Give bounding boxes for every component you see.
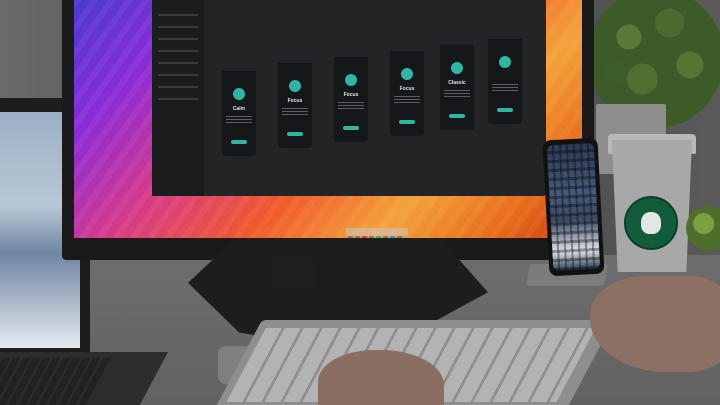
card-title: Calm bbox=[232, 106, 246, 112]
monitor-wallpaper: Calm Focus Focus Focus Classic bbox=[74, 0, 582, 238]
layers-sidebar bbox=[152, 0, 204, 196]
lg-monitor: Calm Focus Focus Focus Classic LG bbox=[62, 0, 594, 260]
card-title: Focus bbox=[343, 92, 359, 98]
laptop-keyboard-deck bbox=[0, 352, 168, 405]
app-card: Calm bbox=[222, 66, 256, 156]
layer-row bbox=[158, 14, 198, 16]
app-card: Focus bbox=[278, 58, 312, 148]
phone-home-screen bbox=[546, 142, 601, 272]
layer-row bbox=[158, 38, 198, 40]
layer-row bbox=[158, 74, 198, 76]
app-card: Focus bbox=[334, 52, 368, 142]
app-card: Focus bbox=[390, 46, 424, 136]
layer-row bbox=[158, 50, 198, 52]
layer-row bbox=[158, 86, 198, 88]
starbucks-logo bbox=[624, 196, 678, 250]
desk-photo: Calm Focus Focus Focus Classic LG bbox=[0, 0, 720, 405]
monitor-stand-neck bbox=[272, 258, 316, 288]
app-card: Classic bbox=[440, 40, 474, 130]
design-app-window: Calm Focus Focus Focus Classic bbox=[152, 0, 546, 196]
layer-row bbox=[158, 26, 198, 28]
mac-dock bbox=[346, 228, 408, 238]
layer-row bbox=[158, 62, 198, 64]
card-title: Classic bbox=[448, 80, 466, 86]
layer-row bbox=[158, 98, 198, 100]
app-card bbox=[488, 34, 522, 124]
card-title: Focus bbox=[287, 98, 303, 104]
smartphone bbox=[542, 137, 605, 277]
card-title: Focus bbox=[399, 86, 415, 92]
